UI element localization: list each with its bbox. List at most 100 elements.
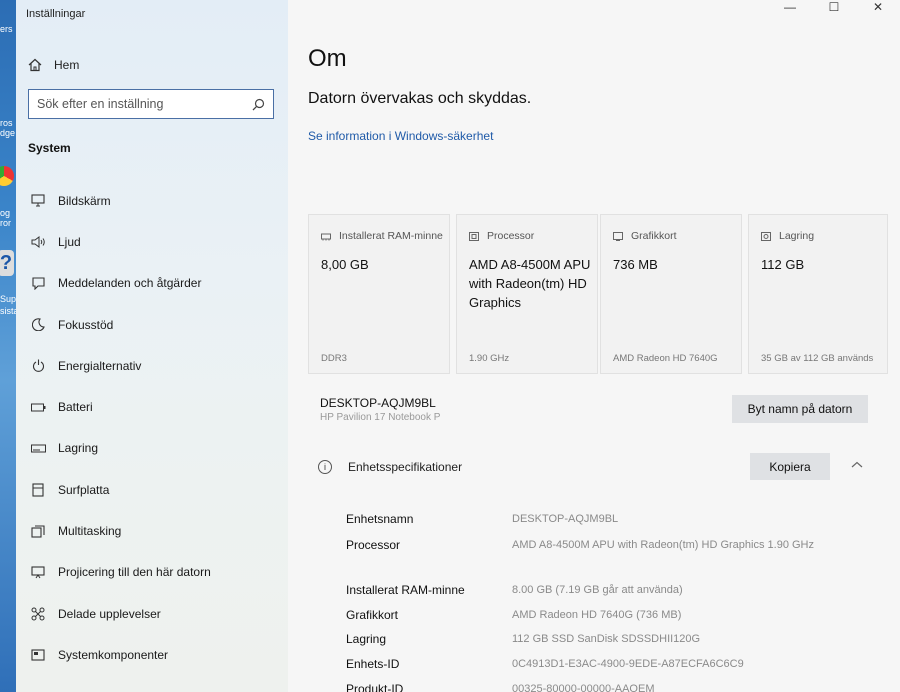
spec-row: Grafikkort AMD Radeon HD 7640G (736 MB) <box>346 608 846 622</box>
storage-icon <box>30 440 46 456</box>
system-nav-list: Bildskärm Ljud Meddelanden och åtgärder … <box>28 180 283 676</box>
device-model: HP Pavilion 17 Notebook P <box>320 412 441 423</box>
speaker-icon <box>30 234 46 250</box>
battery-icon <box>30 399 46 415</box>
processor-card: Processor AMD A8-4500M APU with Radeon(t… <box>456 214 598 374</box>
spec-key: Grafikkort <box>346 608 399 622</box>
device-specs-title: Enhetsspecifikationer <box>348 460 463 474</box>
sidebar-item-label: Ljud <box>58 234 81 249</box>
home-nav-item[interactable]: Hem <box>28 56 79 74</box>
disk-icon <box>761 231 771 241</box>
sidebar-item-fokusstod[interactable]: Fokusstöd <box>28 304 283 345</box>
spec-key: Enhetsnamn <box>346 512 414 526</box>
home-icon <box>28 58 42 72</box>
card-detail: 1.90 GHz <box>469 353 510 364</box>
sidebar-item-label: Bildskärm <box>58 193 111 208</box>
settings-search[interactable] <box>28 89 274 119</box>
moon-icon <box>30 317 46 333</box>
chrome-icon[interactable] <box>0 166 14 186</box>
windows-security-link[interactable]: Se information i Windows-säkerhet <box>308 129 493 143</box>
sidebar-item-projicering[interactable]: Projicering till den här datorn <box>28 552 283 593</box>
search-input[interactable] <box>37 97 252 111</box>
desktop-icon-label: ros <box>0 118 13 128</box>
help-icon[interactable]: ? <box>0 250 14 276</box>
desktop-icon-label: ror <box>0 218 11 228</box>
card-detail: DDR3 <box>321 353 347 364</box>
sidebar-item-label: Meddelanden och åtgärder <box>58 276 202 291</box>
spec-value: AMD Radeon HD 7640G (736 MB) <box>512 609 682 621</box>
sidebar-item-lagring[interactable]: Lagring <box>28 428 283 469</box>
sidebar-item-label: Systemkomponenter <box>58 647 169 662</box>
card-value: 8,00 GB <box>321 257 369 272</box>
app-title: Inställningar <box>26 8 86 20</box>
power-icon <box>30 358 46 374</box>
copy-button[interactable]: Kopiera <box>750 453 830 480</box>
spec-value: 8.00 GB (7.19 GB går att använda) <box>512 584 683 596</box>
spec-value: AMD A8-4500M APU with Radeon(tm) HD Grap… <box>512 539 815 551</box>
search-icon[interactable] <box>252 98 265 111</box>
spec-value: 112 GB SSD SanDisk SDSSDHII120G <box>512 633 701 645</box>
sidebar-item-batteri[interactable]: Batteri <box>28 386 283 427</box>
spec-key: Processor <box>346 538 401 552</box>
spec-key: Enhets-ID <box>346 657 400 671</box>
section-title: System <box>28 141 71 155</box>
sidebar-item-energi[interactable]: Energialternativ <box>28 345 283 386</box>
spec-row: Installerat RAM-minne 8.00 GB (7.19 GB g… <box>346 583 846 597</box>
spec-key: Produkt-ID <box>346 682 404 692</box>
device-name: DESKTOP-AQJM9BL <box>320 396 436 410</box>
card-label: Lagring <box>779 230 815 242</box>
card-value: AMD A8-4500M APU with Radeon(tm) HD Grap… <box>469 257 591 310</box>
info-icon: i <box>318 460 332 474</box>
sidebar-item-ljud[interactable]: Ljud <box>28 221 283 262</box>
sidebar-item-label: Projicering till den här datorn <box>58 565 211 580</box>
spec-row: Processor AMD A8-4500M APU with Radeon(t… <box>346 538 846 552</box>
sidebar-item-label: Batteri <box>58 400 93 415</box>
components-icon <box>30 647 46 663</box>
spec-row: Produkt-ID 00325-80000-00000-AAOEM <box>346 682 846 692</box>
chevron-up-icon[interactable] <box>850 458 864 472</box>
protection-status: Datorn övervakas och skyddas. <box>308 90 532 107</box>
spec-row: Lagring 112 GB SSD SanDisk SDSSDHII120G <box>346 632 846 646</box>
tablet-icon <box>30 482 46 498</box>
card-label: Installerat RAM-minne <box>339 230 443 242</box>
sidebar-item-label: Energialternativ <box>58 358 142 373</box>
sidebar-item-label: Multitasking <box>58 524 122 539</box>
rename-pc-button[interactable]: Byt namn på datorn <box>732 395 868 423</box>
card-label: Grafikkort <box>631 230 677 242</box>
card-value: 112 GB <box>761 257 805 272</box>
hardware-summary: Installerat RAM-minne 8,00 GB DDR3 Proce… <box>308 214 888 374</box>
sidebar-item-surfplatta[interactable]: Surfplatta <box>28 469 283 510</box>
spec-value: 00325-80000-00000-AAOEM <box>512 683 655 692</box>
monitor-icon <box>30 193 46 209</box>
ram-icon <box>321 233 331 240</box>
gpu-icon <box>613 231 623 241</box>
card-value: 736 MB <box>613 257 658 272</box>
card-detail: AMD Radeon HD 7640G <box>613 353 718 364</box>
spec-value: DESKTOP-AQJM9BL <box>512 513 619 525</box>
card-detail: 35 GB av 112 GB används <box>761 353 874 364</box>
page-title: Om <box>308 45 347 72</box>
sidebar-item-systemkomponenter[interactable]: Systemkomponenter <box>28 634 283 675</box>
sidebar-item-bildskarm[interactable]: Bildskärm <box>28 180 283 221</box>
gpu-card: Grafikkort 736 MB AMD Radeon HD 7640G <box>600 214 742 374</box>
spec-value: 0C4913D1-E3AC-4900-9EDE-A87ECFA6C6C9 <box>512 658 744 670</box>
sidebar-item-delade[interactable]: Delade upplevelser <box>28 593 283 634</box>
desktop-icon-label: sista <box>0 306 16 316</box>
desktop-icon-label: ers <box>0 24 13 34</box>
card-label: Processor <box>487 230 535 242</box>
desktop-icon-label: og <box>0 208 11 218</box>
about-page: — ☐ ✕ Om Datorn övervakas och skyddas. S… <box>288 0 900 692</box>
spec-key: Installerat RAM-minne <box>346 583 465 597</box>
sidebar-item-meddelanden[interactable]: Meddelanden och åtgärder <box>28 263 283 304</box>
window-controls: — ☐ ✕ <box>768 0 900 14</box>
projecting-icon <box>30 564 46 580</box>
desktop-icon-label: dge <box>0 128 16 138</box>
storage-card: Lagring 112 GB 35 GB av 112 GB används <box>748 214 888 374</box>
minimize-button[interactable]: — <box>768 0 812 14</box>
sidebar-item-label: Lagring <box>58 441 99 456</box>
close-button[interactable]: ✕ <box>856 0 900 14</box>
home-label: Hem <box>54 58 80 72</box>
maximize-button[interactable]: ☐ <box>812 0 856 14</box>
sidebar-item-multitasking[interactable]: Multitasking <box>28 510 283 551</box>
sidebar-item-label: Fokusstöd <box>58 317 114 332</box>
